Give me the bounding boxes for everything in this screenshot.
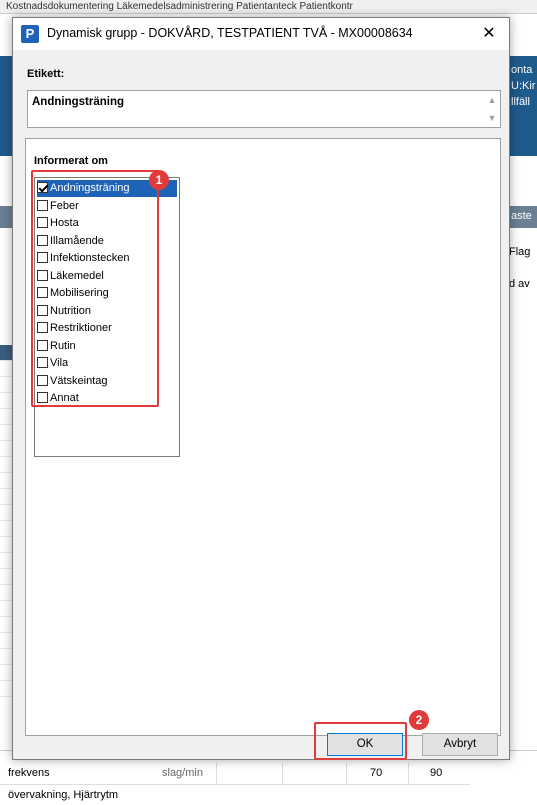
cancel-button[interactable]: Avbryt: [422, 733, 498, 756]
group-label: Informerat om: [34, 155, 108, 167]
etikett-label: Etikett:: [27, 68, 65, 80]
background-tab-right: aste: [507, 206, 537, 228]
etikett-value: Andningsträning: [32, 96, 124, 108]
background-column-label: d av: [509, 278, 530, 290]
row-unit: slag/min: [162, 767, 203, 779]
row-value: 90: [430, 767, 443, 779]
dialog-titlebar[interactable]: P Dynamisk grupp - DOKVÅRD, TESTPATIENT …: [13, 18, 509, 50]
background-column-label: Flag: [509, 246, 531, 258]
etikett-scrollbar[interactable]: ▲ ▼: [484, 91, 500, 127]
background-header-line: onta: [511, 64, 533, 76]
row-label: övervakning, Hjärtrytm: [8, 789, 119, 801]
scroll-up-icon[interactable]: ▲: [484, 91, 500, 109]
table-row: frekvens slag/min 70 90: [0, 763, 470, 785]
annotation-highlight-list: [31, 170, 159, 407]
background-header-line: U:Kir: [511, 80, 536, 92]
background-toolbar: Kostnadsdokumentering Läkemedelsadminist…: [0, 0, 537, 14]
table-row: övervakning, Hjärtrytm: [0, 785, 470, 805]
annotation-badge-1: 1: [149, 170, 169, 190]
app-logo-icon: P: [21, 25, 39, 43]
annotation-badge-2: 2: [409, 710, 429, 730]
background-header-line: llfäll: [511, 96, 530, 108]
close-icon[interactable]: ✕: [475, 22, 503, 46]
row-label: frekvens: [8, 767, 50, 779]
etikett-field[interactable]: Andningsträning ▲ ▼: [27, 90, 501, 128]
background-header-right: onta U:Kir llfäll: [507, 56, 537, 156]
dialog-title: Dynamisk grupp - DOKVÅRD, TESTPATIENT TV…: [47, 26, 413, 40]
annotation-highlight-ok: [314, 722, 407, 760]
row-value: 70: [370, 767, 383, 779]
scroll-down-icon[interactable]: ▼: [484, 109, 500, 127]
